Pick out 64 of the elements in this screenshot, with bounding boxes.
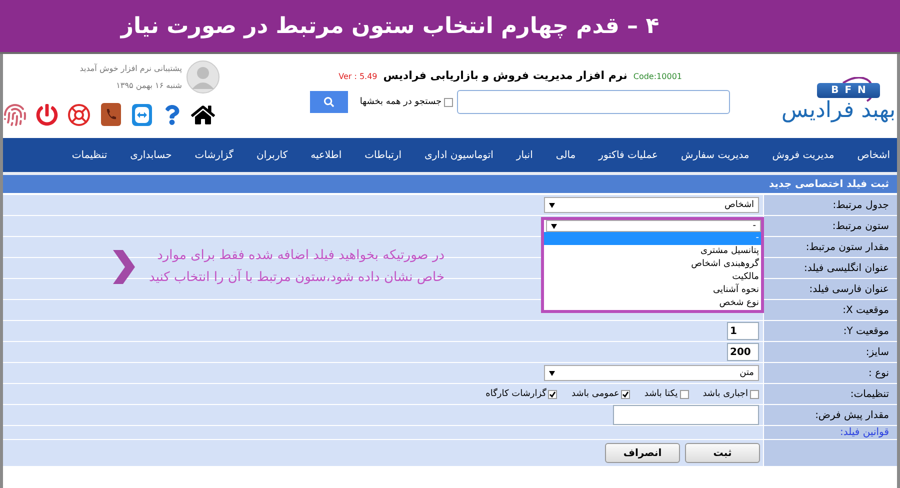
field-label: تنظیمات:: [763, 384, 897, 404]
select-field[interactable]: متن: [544, 365, 759, 381]
field-label: عنوان فارسی فیلد:: [763, 279, 897, 299]
input-field[interactable]: [613, 405, 759, 425]
nav-item[interactable]: مدیریت سفارش: [681, 150, 750, 160]
checkbox[interactable]: گزارشات کارگاه: [486, 389, 558, 399]
home-icon[interactable]: [191, 102, 215, 126]
select-field[interactable]: -: [546, 220, 761, 232]
field-label: عنوان انگلیسی فیلد:: [763, 258, 897, 278]
field-label: نوع :: [763, 363, 897, 383]
field-label: ستون مرتبط:: [763, 216, 897, 236]
form-button[interactable]: ثبت: [685, 443, 760, 463]
search-icon: [324, 97, 334, 107]
caret-icon: [551, 224, 557, 228]
chevron-icon: [113, 250, 135, 284]
field-label: مقدار پیش فرض:: [763, 405, 897, 425]
app-title: نرم افزار مدیریت فروش و بازاریابی فرادیس: [383, 69, 628, 82]
nav-item[interactable]: تنظیمات: [72, 150, 108, 160]
nav-item[interactable]: اشخاص: [857, 150, 890, 160]
search-field[interactable]: [456, 90, 730, 114]
nav-item[interactable]: ارتباطات: [364, 150, 402, 160]
avatar: [186, 60, 220, 94]
checkbox[interactable]: اجباری باشد: [702, 389, 759, 399]
checkbox[interactable]: عمومی باشد: [571, 389, 630, 399]
field-label: موقعیت Y:: [763, 321, 897, 341]
rules-link[interactable]: قوانین فیلد:: [763, 426, 897, 439]
logo-badge: BFN: [817, 82, 880, 98]
date-text: شنبه ۱۶ بهمن ۱۳۹۵: [115, 81, 182, 90]
phonebook-icon[interactable]: [100, 102, 122, 127]
checkbox[interactable]: جستجو در همه بخشها: [360, 97, 453, 107]
fingerprint-icon[interactable]: [3, 102, 27, 126]
nav-item[interactable]: حسابداری: [130, 150, 172, 160]
nav-item[interactable]: مدیریت فروش: [772, 150, 834, 160]
arrows-icon[interactable]: [131, 102, 153, 126]
field-label: مقدار ستون مرتبط:: [763, 237, 897, 257]
number-field[interactable]: 1: [727, 322, 759, 340]
field-label: موقعیت X:: [763, 300, 897, 320]
nav-item[interactable]: گزارشات: [194, 150, 234, 160]
caret-icon: [549, 202, 555, 208]
checkmark-icon: [549, 390, 556, 398]
checkmark-icon: [622, 390, 630, 398]
field-label: جدول مرتبط:: [763, 195, 897, 215]
caret-icon: [549, 370, 555, 376]
nav-item[interactable]: عملیات فاکتور: [598, 150, 658, 160]
select-field[interactable]: اشخاص: [544, 197, 759, 213]
nav-item[interactable]: اطلاعیه: [310, 150, 342, 160]
power-icon[interactable]: [36, 104, 58, 126]
nav-item[interactable]: اتوماسیون اداری: [424, 150, 494, 160]
code-label: Code:10001: [633, 72, 682, 81]
number-field[interactable]: 200: [727, 343, 759, 361]
checkbox[interactable]: یکتا باشد: [644, 389, 689, 399]
search-button[interactable]: [310, 91, 348, 113]
version-label: Ver : 5.49: [338, 72, 378, 81]
field-label: سایز:: [763, 342, 897, 362]
greeting-text: پشتیبانی نرم افزار خوش آمدید: [80, 64, 182, 73]
lifebuoy-icon[interactable]: [67, 102, 91, 126]
logo-text: بهبد فرادیس: [781, 100, 896, 122]
form-button[interactable]: انصراف: [605, 443, 680, 463]
nav-item[interactable]: مالی: [556, 150, 576, 160]
nav-item[interactable]: کاربران: [256, 150, 288, 160]
nav-item[interactable]: انبار: [516, 150, 533, 160]
banner-title: ۴ – قدم چهارم انتخاب ستون مرتبط در صورت نیاز: [120, 14, 660, 38]
form-title: ثبت فیلد اختصاصی جدید: [3, 175, 897, 195]
annotation-text: در صورتیکه بخواهید فیلد اضافه شده فقط برای موارد خاص نشان داده شود،ستون مرتبط با آن را انتخاب کنید: [149, 247, 445, 287]
